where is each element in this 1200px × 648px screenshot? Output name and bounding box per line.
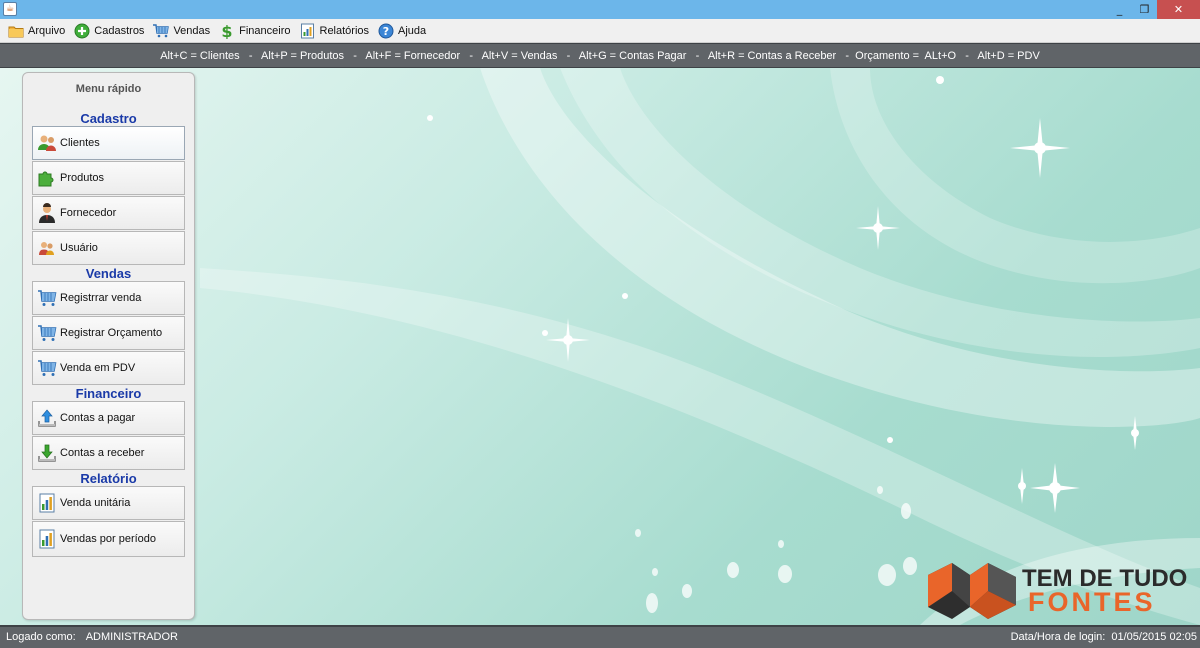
dollar-icon: $ [218, 22, 235, 39]
title-bar: ☕ _ ❐ ✕ [0, 0, 1200, 19]
menu-ajuda[interactable]: ? Ajuda [377, 22, 426, 39]
registrar-orcamento-label: Registrar Orçamento [60, 327, 163, 339]
shortcut-bar: Alt+C = Clientes - Alt+P = Produtos - Al… [0, 43, 1200, 68]
menu-vendas-label: Vendas [173, 24, 211, 37]
desktop-area: Menu rápido Cadastro Clientes Produtos F… [0, 68, 1200, 625]
report-icon [36, 492, 58, 514]
window-controls: _ ❐ ✕ [1107, 0, 1200, 19]
usuario-label: Usuário [60, 242, 98, 254]
menu-vendas[interactable]: Vendas [152, 22, 210, 39]
logged-label: Logado como: [6, 631, 76, 643]
section-relatorio: Relatório [80, 471, 137, 486]
contas-receber-label: Contas a receber [60, 447, 145, 459]
menu-bar: Arquivo Cadastros Vendas $ Financeiro Re… [0, 19, 1200, 43]
menu-financeiro-label: Financeiro [239, 24, 291, 37]
download-tray-icon [36, 442, 58, 464]
cart-icon [36, 287, 58, 309]
svg-text:?: ? [382, 25, 388, 38]
businessman-icon [36, 202, 58, 224]
contas-receber-button[interactable]: Contas a receber [32, 436, 185, 470]
fornecedor-button[interactable]: Fornecedor [32, 196, 185, 230]
registrar-venda-button[interactable]: Registrrar venda [32, 281, 185, 315]
menu-relatorios[interactable]: Relatórios [299, 22, 370, 39]
menu-cadastros-label: Cadastros [94, 24, 145, 37]
produtos-label: Produtos [60, 172, 105, 184]
folder-icon [7, 22, 24, 39]
clientes-button[interactable]: Clientes [32, 126, 185, 160]
logged-user-info: Logado como: ADMINISTRADOR [6, 627, 178, 648]
section-cadastro: Cadastro [80, 111, 137, 126]
venda-unitaria-button[interactable]: Venda unitária [32, 486, 185, 520]
plus-circle-icon [73, 22, 90, 39]
vendas-periodo-label: Vendas por período [60, 533, 157, 545]
venda-pdv-button[interactable]: Venda em PDV [32, 351, 185, 385]
logo-text-line2: FONTES [1028, 587, 1156, 617]
menu-cadastros[interactable]: Cadastros [73, 22, 144, 39]
clientes-label: Clientes [60, 137, 100, 149]
vendas-periodo-button[interactable]: Vendas por período [32, 521, 185, 557]
menu-arquivo-label: Arquivo [28, 24, 66, 37]
menu-ajuda-label: Ajuda [398, 24, 427, 37]
section-vendas: Vendas [85, 266, 132, 281]
venda-pdv-label: Venda em PDV [60, 362, 136, 374]
login-datetime: 01/05/2015 02:05 [1111, 631, 1197, 643]
menu-financeiro[interactable]: $ Financeiro [218, 22, 290, 39]
cart-icon [36, 322, 58, 344]
login-time-info: Data/Hora de login: 01/05/2015 02:05 [1011, 627, 1197, 648]
registrar-orcamento-button[interactable]: Registrar Orçamento [32, 316, 185, 350]
report-icon [299, 22, 316, 39]
section-financeiro: Financeiro [75, 386, 142, 401]
users-icon [36, 132, 58, 154]
logo-mark-icon [928, 563, 1016, 619]
login-label: Data/Hora de login: [1010, 631, 1106, 643]
user-group-icon [36, 237, 58, 259]
report-icon [36, 528, 58, 550]
puzzle-icon [36, 167, 58, 189]
menu-arquivo[interactable]: Arquivo [7, 22, 65, 39]
contas-pagar-label: Contas a pagar [60, 412, 136, 424]
quick-menu-title: Menu rápido [75, 83, 142, 95]
watermark-logo: TEM DE TUDO FONTES [924, 561, 1196, 623]
registrar-venda-label: Registrrar venda [60, 292, 142, 304]
cart-icon [36, 357, 58, 379]
status-bar: Logado como: ADMINISTRADOR Data/Hora de l… [0, 625, 1200, 648]
minimize-button[interactable]: _ [1107, 0, 1132, 19]
menu-relatorios-label: Relatórios [319, 24, 370, 37]
close-button[interactable]: ✕ [1157, 0, 1200, 19]
contas-pagar-button[interactable]: Contas a pagar [32, 401, 185, 435]
java-icon[interactable]: ☕ [3, 2, 17, 16]
logged-user: ADMINISTRADOR [85, 631, 178, 643]
fornecedor-label: Fornecedor [60, 207, 117, 219]
svg-text:$: $ [221, 23, 232, 39]
help-icon: ? [377, 22, 394, 39]
usuario-button[interactable]: Usuário [32, 231, 185, 265]
venda-unitaria-label: Venda unitária [60, 497, 131, 509]
quick-menu-panel: Menu rápido Cadastro Clientes Produtos F… [22, 72, 195, 620]
cart-icon [152, 22, 170, 39]
produtos-button[interactable]: Produtos [32, 161, 185, 195]
upload-tray-icon [36, 407, 58, 429]
restore-button[interactable]: ❐ [1132, 0, 1157, 19]
